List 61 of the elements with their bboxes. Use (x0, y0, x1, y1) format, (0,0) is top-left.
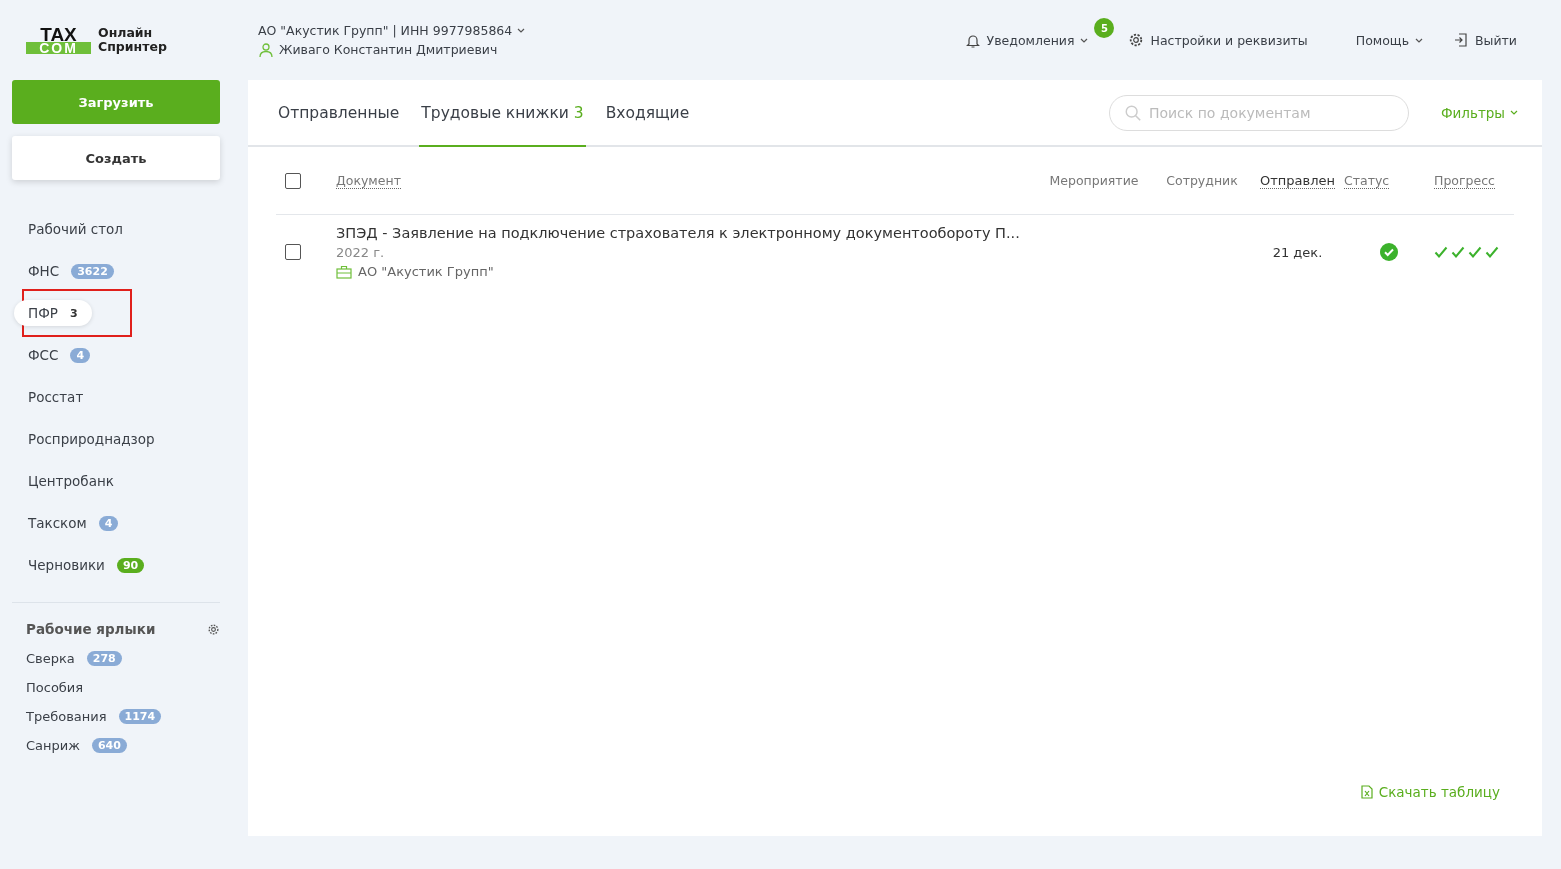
chevron-icon (1415, 37, 1423, 43)
sidebar-item[interactable]: ФНС 3622 (14, 258, 128, 284)
count-badge: 4 (70, 347, 91, 363)
nav-link[interactable]: Помощь (1355, 32, 1409, 48)
company-selector[interactable]: АО "Акустик Групп" | ИНН 9977985864 (258, 22, 513, 38)
nav-link[interactable]: Настройки и реквизиты (1150, 32, 1308, 48)
sidebar-item[interactable]: Росстат (14, 384, 98, 410)
column-header[interactable]: Документ (336, 173, 401, 189)
count-label: 3 (69, 306, 78, 320)
count-badge: 640 (91, 738, 127, 753)
sidebar-item[interactable]: ПФР 3 (14, 300, 92, 326)
chevron-icon (517, 27, 526, 33)
column-header[interactable]: Прогресс (1434, 173, 1495, 189)
chevron-icon (1080, 37, 1089, 43)
product-name: Спринтер (98, 40, 167, 54)
sidebar-item[interactable]: Рабочий стол (14, 216, 137, 242)
shortcut-link[interactable]: Санриж (26, 738, 80, 753)
tab[interactable]: Входящие (603, 80, 692, 147)
settings-icon[interactable] (207, 622, 220, 636)
count-badge: 1174 (118, 709, 162, 724)
column-header: Мероприятие (1049, 173, 1139, 188)
sent-date: 21 дек. (1272, 244, 1323, 260)
count-badge: 3622 (71, 263, 114, 279)
sidebar-item[interactable]: Центробанк (14, 468, 128, 494)
shortcut-link[interactable]: Сверка (26, 651, 75, 666)
chevron-icon (1510, 110, 1518, 115)
sidebar-item[interactable]: Такском 4 (14, 510, 133, 536)
column-header[interactable]: Статус (1344, 172, 1390, 189)
spreadsheet-icon (1360, 785, 1373, 799)
organization-name: АО "Акустик Групп" (358, 264, 494, 279)
nav-link[interactable]: Уведомления (986, 32, 1075, 48)
user-icon (258, 41, 274, 58)
logo: TAX COM (26, 26, 91, 54)
sidebar-item[interactable]: ФСС 4 (14, 342, 105, 368)
checkbox[interactable] (285, 172, 301, 189)
user-name: Живаго Константин Дмитриевич (279, 42, 498, 57)
section-title: Рабочие ярлыки (26, 621, 156, 637)
settings-icon (1128, 32, 1145, 48)
notification-badge: 5 (1094, 18, 1115, 38)
checkbox[interactable] (285, 244, 301, 260)
exit-icon (1453, 32, 1469, 48)
document-link[interactable]: ЗПЭД - Заявление на подключение страхователя к электронному документообороту П... (336, 225, 1020, 241)
count-badge: 90 (116, 557, 145, 573)
search-field[interactable]: Поиск по документам (1108, 94, 1409, 131)
briefcase-icon (336, 264, 352, 279)
sidebar-item[interactable]: Черновики 90 (14, 552, 159, 578)
bell-icon (964, 32, 981, 48)
column-header[interactable]: Отправлен (1260, 173, 1335, 189)
count-badge: 4 (98, 515, 119, 531)
count-badge: 278 (86, 651, 122, 666)
shortcut-link[interactable]: Требования (26, 709, 107, 724)
tab[interactable]: Трудовые книжки 3 (419, 80, 586, 147)
product-name: Онлайн (98, 26, 154, 40)
shortcut-link[interactable]: Пособия (26, 680, 84, 695)
column-header: Сотрудник (1166, 173, 1238, 188)
nav-link[interactable]: Выйти (1475, 32, 1517, 48)
document-year: 2022 г. (336, 245, 385, 260)
sidebar-item[interactable]: Росприроднадзор (14, 426, 169, 452)
tab[interactable]: Отправленные (276, 80, 402, 147)
create-button[interactable]: Создать (12, 136, 220, 180)
search-icon (1123, 103, 1142, 122)
